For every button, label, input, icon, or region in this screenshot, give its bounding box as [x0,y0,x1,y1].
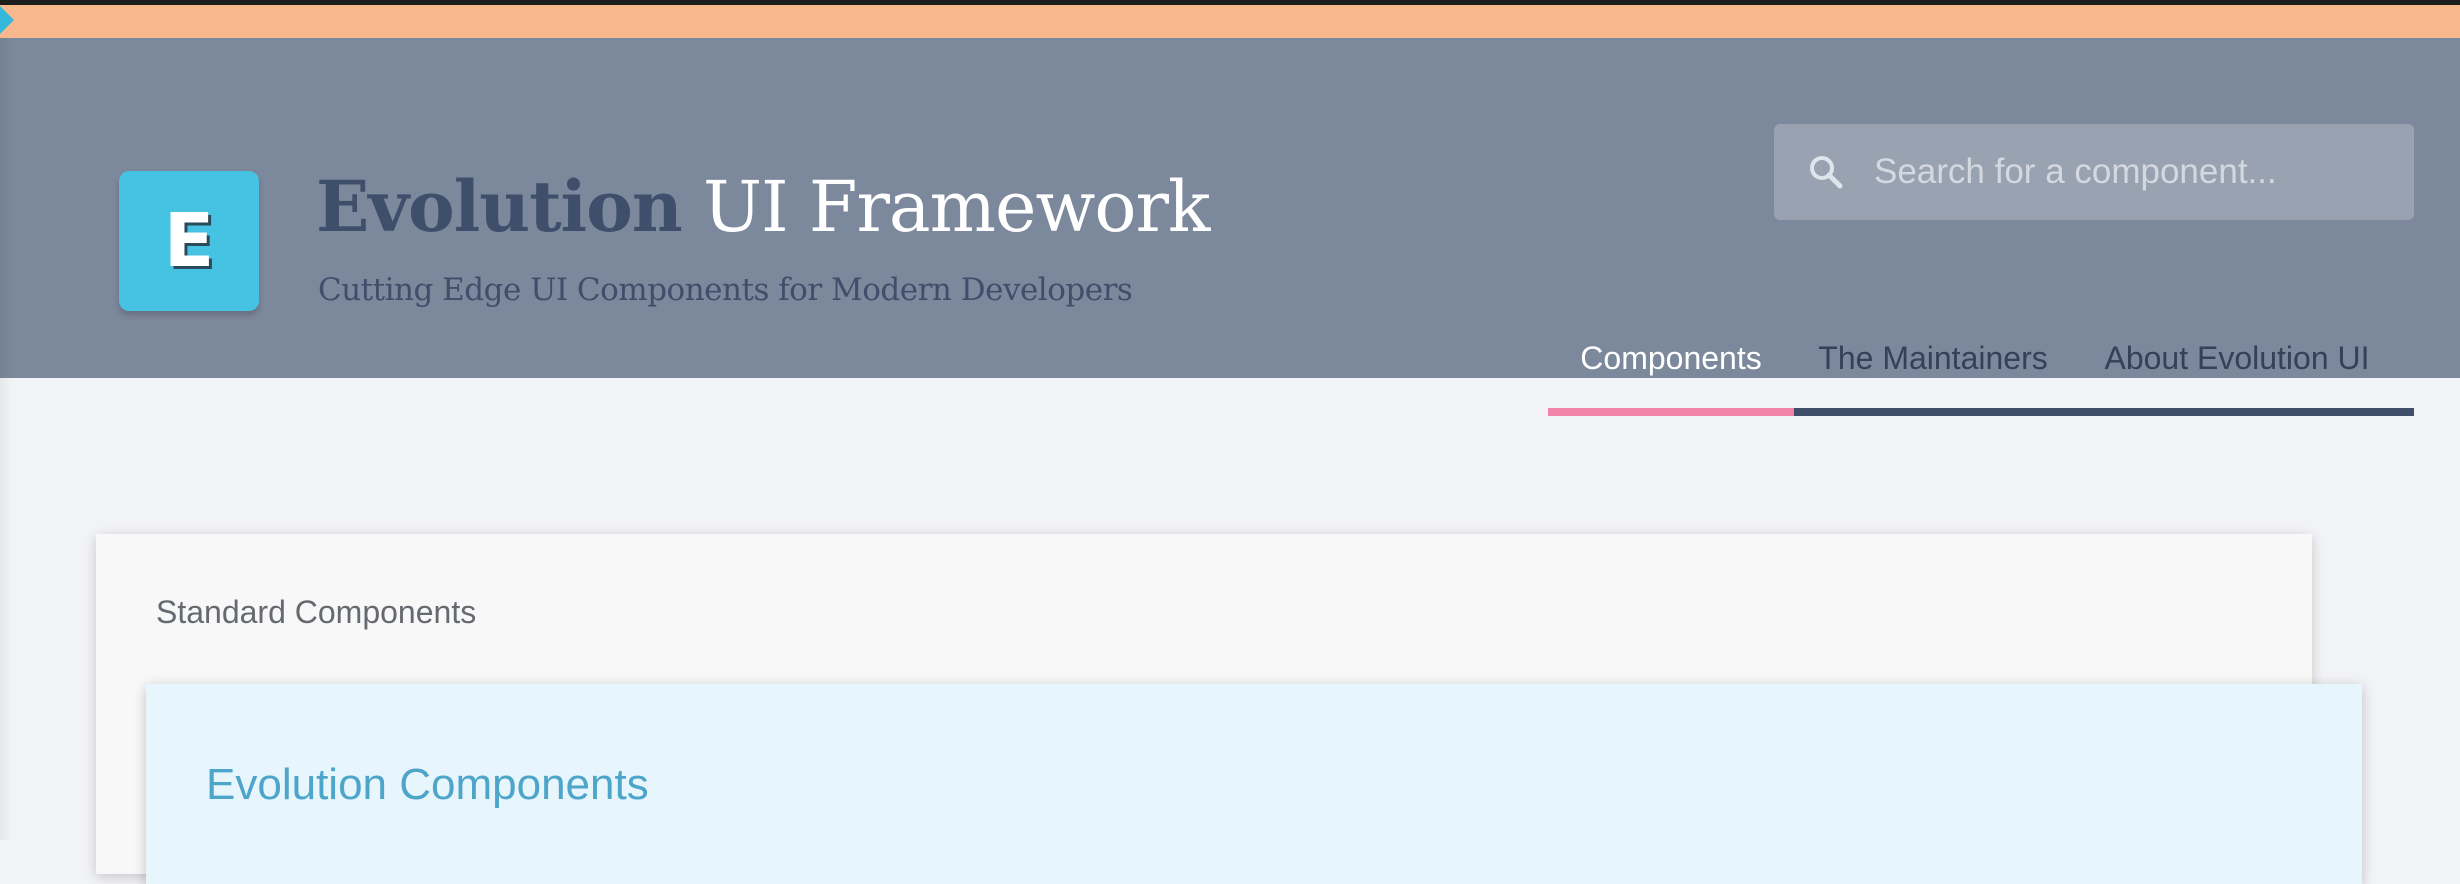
left-edge-shadow [0,38,12,840]
top-accent-strip [0,0,2460,38]
brand-tagline: Cutting Edge UI Components for Modern De… [318,272,1133,308]
nav-active-indicator [1548,408,1794,416]
brand-title: Evolution UI Framework [316,164,1210,250]
search-input[interactable] [1874,124,2394,220]
search-box[interactable] [1774,124,2414,220]
nav-tab-label: About Evolution UI [2104,340,2370,376]
nav-tab-label: Components [1580,340,1762,376]
corner-tab-icon[interactable] [0,6,14,34]
site-header: E Evolution UI Framework Cutting Edge UI… [0,38,2460,416]
nav-tab-about[interactable]: About Evolution UI [2072,320,2402,416]
search-icon [1810,156,1843,189]
logo[interactable]: E [96,146,286,336]
nav-tab-label: The Maintainers [1818,340,2048,376]
brand-title-strong: Evolution [316,165,683,248]
section-title: Standard Components [156,594,477,630]
evolution-components-card: Evolution Components [146,684,2362,884]
nav-tab-maintainers[interactable]: The Maintainers [1810,320,2056,416]
brand-title-light: UI Framework [702,166,1210,248]
main-nav: Components The Maintainers About Evoluti… [1548,320,2414,416]
subsection-title[interactable]: Evolution Components [206,760,649,810]
logo-letter: E [163,198,215,284]
nav-tab-components[interactable]: Components [1548,320,1794,416]
